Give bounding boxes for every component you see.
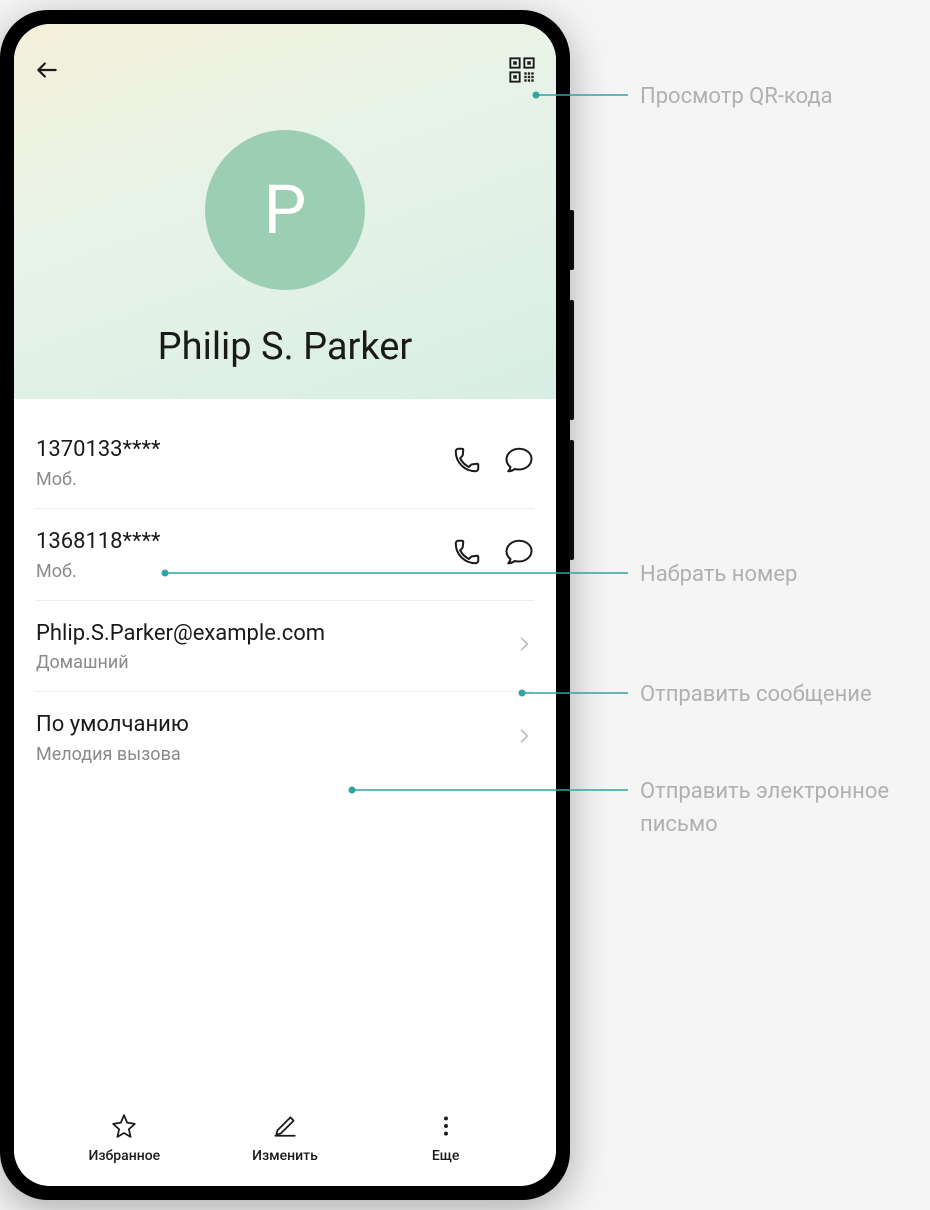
callout-sms: Отправить сообщение xyxy=(640,678,872,711)
more-icon xyxy=(433,1113,459,1143)
avatar-initial: P xyxy=(264,170,307,250)
favorite-label: Избранное xyxy=(89,1148,161,1164)
email-address: Phlip.S.Parker@example.com xyxy=(36,619,514,650)
chevron-right-icon xyxy=(514,726,534,750)
avatar-block: P Philip S. Parker xyxy=(14,100,556,369)
callout-qr: Просмотр QR-кода xyxy=(640,80,833,113)
more-label: Еще xyxy=(432,1148,460,1164)
phone-frame: P Philip S. Parker 1370133**** Моб. xyxy=(0,10,570,1200)
callout-mail: Отправить электронное письмо xyxy=(640,775,930,841)
message-icon[interactable] xyxy=(504,445,534,479)
contact-name: Philip S. Parker xyxy=(158,325,413,369)
phone-row-1[interactable]: 1370133**** Моб. xyxy=(36,417,534,509)
email-type: Домашний xyxy=(36,652,514,673)
qr-code-icon[interactable] xyxy=(508,56,536,88)
edit-icon xyxy=(272,1113,298,1143)
contact-header: P Philip S. Parker xyxy=(14,24,556,399)
phone-type: Моб. xyxy=(36,561,452,582)
star-icon xyxy=(111,1113,137,1143)
edit-label: Изменить xyxy=(252,1148,318,1164)
ringtone-row[interactable]: По умолчанию Мелодия вызова xyxy=(36,692,534,783)
chevron-right-icon xyxy=(514,634,534,658)
contact-avatar[interactable]: P xyxy=(205,130,365,290)
side-button xyxy=(569,210,574,270)
phone-row-2[interactable]: 1368118**** Моб. xyxy=(36,509,534,601)
ringtone-label: Мелодия вызова xyxy=(36,744,514,765)
callout-dial: Набрать номер xyxy=(640,558,797,591)
phone-call-icon[interactable] xyxy=(452,537,482,571)
email-row[interactable]: Phlip.S.Parker@example.com Домашний xyxy=(36,601,534,693)
phone-type: Моб. xyxy=(36,469,452,490)
volume-up-button xyxy=(569,300,574,420)
volume-down-button xyxy=(569,440,574,560)
top-bar xyxy=(14,44,556,100)
bottom-bar: Избранное Изменить Еще xyxy=(14,1101,556,1186)
more-button[interactable]: Еще xyxy=(396,1113,496,1164)
edit-button[interactable]: Изменить xyxy=(235,1113,335,1164)
contact-details: 1370133**** Моб. 1368118**** Моб. xyxy=(14,399,556,1101)
back-arrow-icon[interactable] xyxy=(34,57,60,87)
phone-call-icon[interactable] xyxy=(452,445,482,479)
phone-number: 1368118**** xyxy=(36,527,452,558)
message-icon[interactable] xyxy=(504,537,534,571)
phone-screen: P Philip S. Parker 1370133**** Моб. xyxy=(14,24,556,1186)
ringtone-value: По умолчанию xyxy=(36,710,514,741)
phone-number: 1370133**** xyxy=(36,435,452,466)
favorite-button[interactable]: Избранное xyxy=(74,1113,174,1164)
